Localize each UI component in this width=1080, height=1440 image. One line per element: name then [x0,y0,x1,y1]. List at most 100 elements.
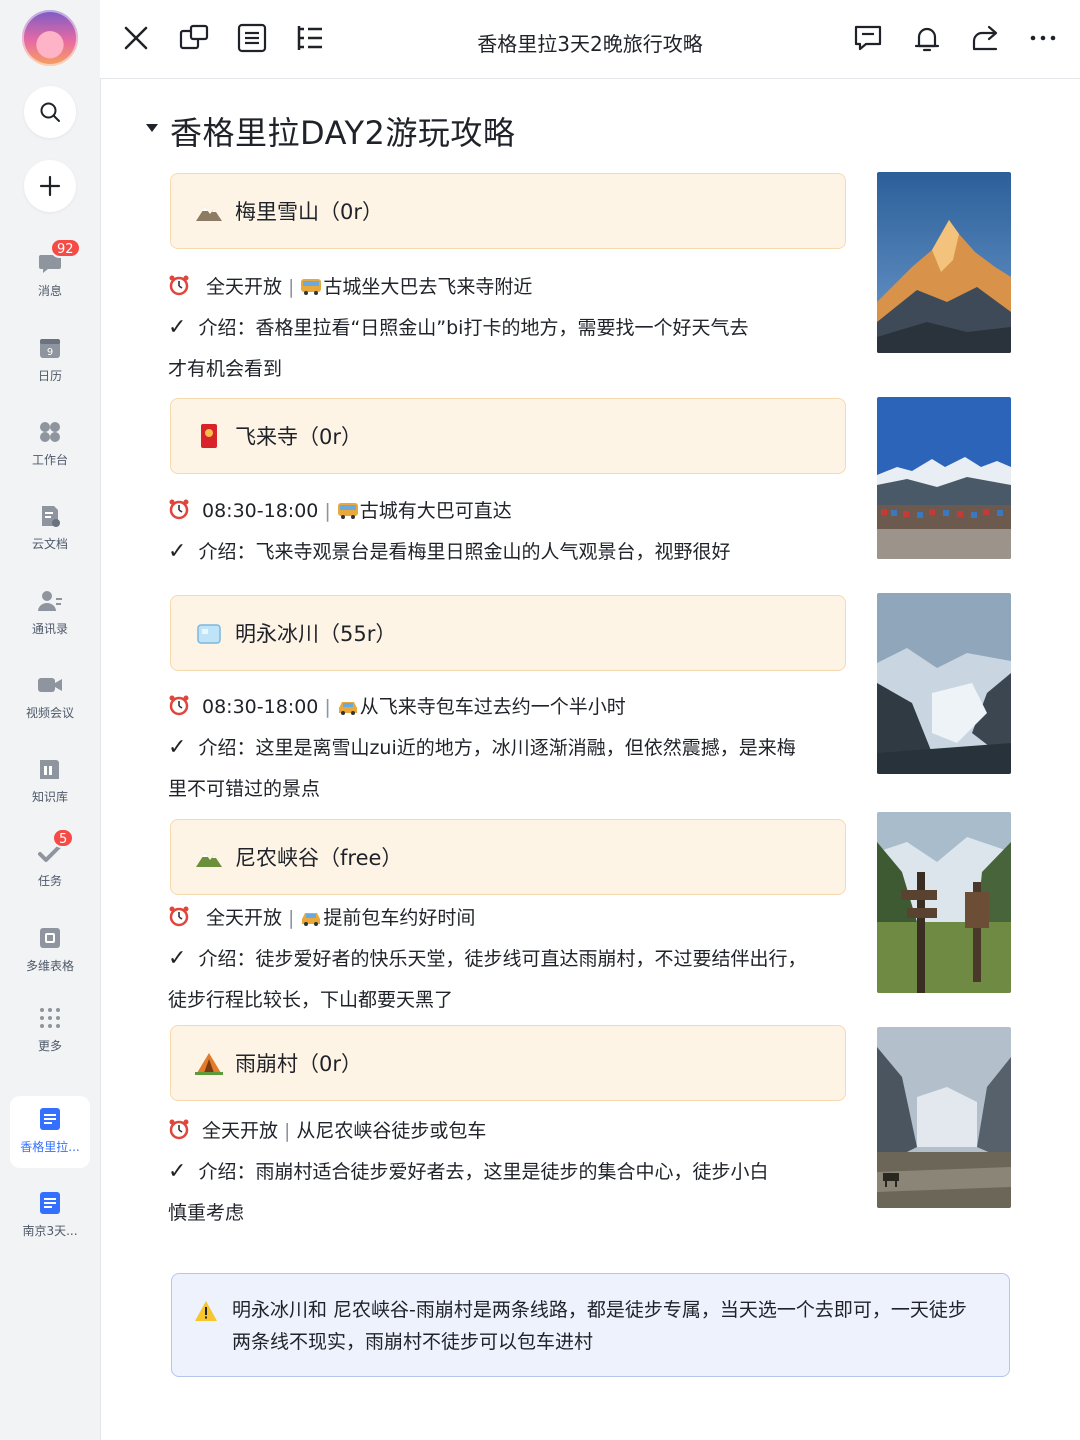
floating-window-icon[interactable] [178,22,210,54]
sidebar-item-label: 工作台 [31,453,68,467]
warning-line: 明永冰川和 尼农峡谷-雨崩村是两条线路，都是徒步专属，当天选一个去即可，一天徒步 [232,1299,967,1321]
opening-hours: 全天开放 [206,276,283,298]
transport-info: 提前包车约好时间 [323,907,476,929]
transport-info: 古城坐大巴去飞来寺附近 [323,276,533,298]
video-camera-icon [38,678,62,692]
photo-mingyong-glacier [877,593,1011,774]
sidebar: 消息 92 9 日历 工作台 云文档 通讯录 视频会议 知识库 任务 5 多维表… [0,0,101,1440]
bus-icon [337,503,358,519]
opening-hours: 全天开放 [202,1120,279,1142]
separator: | [324,696,331,718]
task-count-badge: 5 [52,828,75,848]
opening-hours: 08:30-18:00 [202,696,319,718]
dots-grid-icon [40,1008,60,1028]
spot-title: 尼农峡谷（free） [235,846,403,870]
contacts-icon [38,591,62,611]
bus-icon [301,279,322,295]
message-count-badge: 92 [50,238,81,258]
spot-intro-continued: 慎重考虑 [168,1202,245,1224]
spot-callout-meili: 梅里雪山（0r） [170,173,846,249]
sidebar-item-label: 知识库 [31,790,68,804]
spot-title: 明永冰川（55r） [235,622,397,646]
close-icon[interactable] [120,22,152,54]
tent-icon [195,1053,223,1075]
search-button[interactable] [24,86,76,138]
open-doc-tab-shangri-la[interactable]: 香格里拉... [10,1096,90,1168]
warning-line: 两条线不现实，雨崩村不徒步可以包车进村 [232,1331,594,1353]
spot-title: 飞来寺（0r） [235,425,362,449]
separator: | [288,907,295,929]
taxi-icon [338,702,357,715]
opening-hours: 08:30-18:00 [202,500,319,522]
sidebar-item-bitable[interactable]: 多维表格 [0,925,100,974]
calendar-day: 9 [47,347,53,358]
sidebar-item-wiki[interactable]: 知识库 [0,756,100,805]
photo-ninong-canyon-signpost [877,812,1011,993]
spot-intro-continued: 徒步行程比较长，下山都要天黑了 [168,989,454,1011]
photo-yubeng-village-valley [877,1027,1011,1208]
warning-icon [195,1301,217,1321]
spot-intro: 介绍：香格里拉看“日照金山”bi打卡的地方，需要找一个好天气去 [198,317,749,339]
check-mark: ✓ [168,946,187,971]
mountain-icon [196,207,222,221]
check-mark: ✓ [168,539,187,564]
spot-intro-line: ✓ 介绍：这里是离雪山zui近的地方，冰川逐渐消融，但依然震撼，是来梅 [168,733,796,760]
spot-meta-line: 08:30-18:00 | 古城有大巴可直达 [168,496,512,523]
plus-icon [39,175,61,197]
comment-icon[interactable] [852,22,884,54]
table-icon [40,928,60,948]
spot-callout-mingyong: 明永冰川（55r） [170,595,846,671]
knowledge-base-icon [40,760,59,779]
doc-tab-label: 香格里拉... [20,1140,80,1154]
spot-intro-continued: 里不可错过的景点 [168,778,321,800]
share-icon[interactable] [969,22,1001,54]
collapse-caret-icon[interactable] [145,122,159,134]
top-bar: 香格里拉3天2晚旅行攻略 [100,0,1080,79]
sidebar-item-workbench[interactable]: 工作台 [0,419,100,468]
alarm-clock-icon [169,499,189,520]
sidebar-item-docs[interactable]: 云文档 [0,503,100,552]
photo-meili-snow-mountain [877,172,1011,353]
bell-icon[interactable] [911,22,943,54]
spot-callout-ninong: 尼农峡谷（free） [170,819,846,895]
sidebar-item-label: 多维表格 [25,959,74,973]
outline-list-icon[interactable] [236,22,268,54]
spot-intro-line: ✓ 介绍：徒步爱好者的快乐天堂，徒步线可直达雨崩村，不过要结伴出行， [168,944,806,971]
spot-intro: 介绍：飞来寺观景台是看梅里日照金山的人气观景台，视野很好 [198,541,731,563]
sidebar-item-calendar[interactable]: 9 日历 [0,335,100,384]
alarm-clock-icon [169,906,189,927]
sidebar-item-messages[interactable]: 消息 92 [0,238,100,299]
spot-intro: 介绍：雨崩村适合徒步爱好者去，这里是徒步的集合中心，徒步小白 [198,1161,769,1183]
opening-hours: 全天开放 [206,907,283,929]
check-mark: ✓ [168,1159,187,1184]
open-doc-tab-nanjing[interactable]: 南京3天... [10,1180,90,1252]
sidebar-item-tasks[interactable]: 任务 5 [0,828,100,889]
photo-feilai-temple-viewpoint [877,397,1011,559]
sidebar-item-label: 消息 [37,284,62,298]
table-of-contents-icon[interactable] [294,22,326,54]
sidebar-item-more[interactable]: 更多 [0,1005,100,1054]
sidebar-item-label: 视频会议 [25,706,74,720]
alarm-clock-icon [169,275,189,296]
red-envelope-icon [201,424,217,448]
grid-apps-icon [40,422,60,442]
add-button[interactable] [24,160,76,212]
check-mark: ✓ [168,735,187,760]
sidebar-item-video-meeting[interactable]: 视频会议 [0,672,100,721]
sidebar-item-contacts[interactable]: 通讯录 [0,588,100,637]
doc-file-icon [40,1108,60,1130]
taxi-icon [302,913,321,926]
spot-meta-line: 全天开放 | 古城坐大巴去飞来寺附近 [168,272,532,299]
doc-file-icon [40,1192,60,1214]
calendar-icon: 9 [40,339,60,358]
section-heading: 香格里拉DAY2游玩攻略 [170,114,516,152]
document-icon [42,506,60,527]
more-dots-icon[interactable] [1027,22,1059,54]
transport-info: 从尼农峡谷徒步或包车 [296,1120,487,1142]
separator: | [288,276,295,298]
spot-callout-feilai: 飞来寺（0r） [170,398,846,474]
spot-intro-line: ✓ 介绍：飞来寺观景台是看梅里日照金山的人气观景台，视野很好 [168,537,730,564]
sidebar-item-label: 通讯录 [31,622,68,636]
spot-callout-yubeng: 雨崩村（0r） [170,1025,846,1101]
avatar[interactable] [22,10,78,66]
